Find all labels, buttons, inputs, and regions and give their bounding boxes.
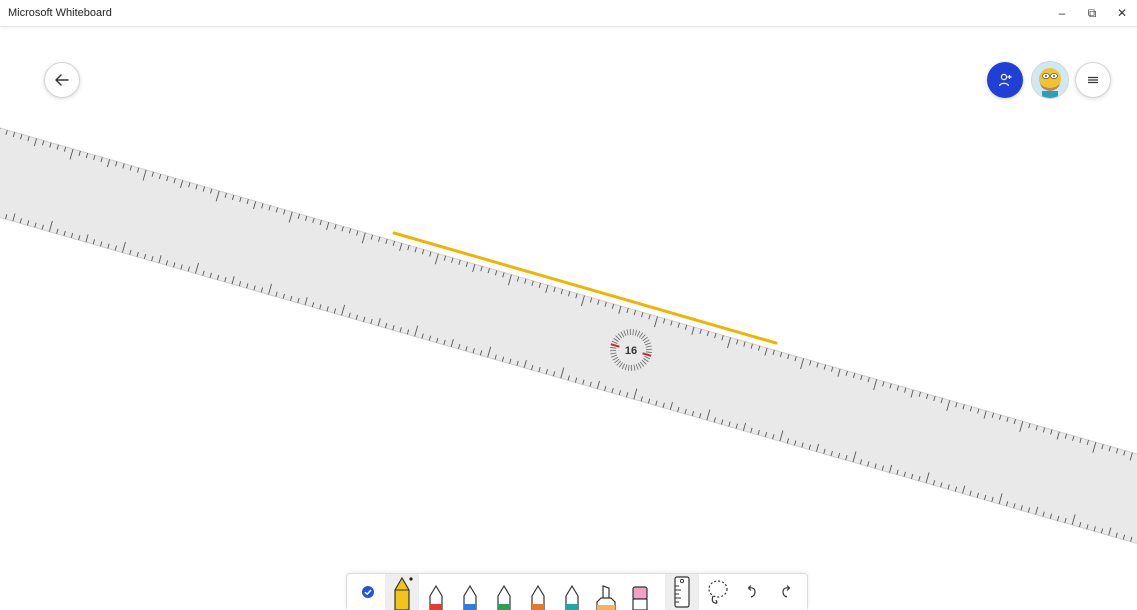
ruler-angle-label: 16 xyxy=(625,345,637,357)
title-bar: Microsoft Whiteboard – ⧉ ✕ xyxy=(0,0,1137,27)
pen-icon xyxy=(529,584,547,610)
ruler-tool[interactable] xyxy=(0,122,1137,555)
restore-button[interactable]: ⧉ xyxy=(1077,0,1107,26)
undo-button[interactable] xyxy=(735,574,769,610)
undo-icon xyxy=(744,584,760,600)
red-pen-button[interactable] xyxy=(419,574,453,610)
minimize-icon: – xyxy=(1059,6,1066,20)
hamburger-menu-icon xyxy=(1085,72,1101,88)
arrow-left-icon xyxy=(54,72,70,88)
ink-toolbar xyxy=(346,573,808,609)
close-icon: ✕ xyxy=(1117,6,1127,20)
pen-icon xyxy=(495,584,513,610)
restore-icon: ⧉ xyxy=(1088,6,1097,21)
redo-icon xyxy=(778,584,794,600)
back-button[interactable] xyxy=(44,62,80,98)
user-avatar-icon xyxy=(1032,62,1068,98)
eraser-button[interactable] xyxy=(623,574,657,610)
orange-pen-button[interactable] xyxy=(521,574,555,610)
pen-icon xyxy=(391,576,413,610)
menu-button[interactable] xyxy=(1075,62,1111,98)
ruler-body[interactable] xyxy=(0,122,1137,555)
redo-button[interactable] xyxy=(769,574,803,610)
blue-pen-button[interactable] xyxy=(453,574,487,610)
eraser-icon xyxy=(631,584,649,610)
close-button[interactable]: ✕ xyxy=(1107,0,1137,26)
highlighter-icon xyxy=(594,584,618,610)
pen-icon xyxy=(461,584,479,610)
app-title: Microsoft Whiteboard xyxy=(8,7,112,19)
lasso-button[interactable] xyxy=(701,574,735,610)
yellow-pen-button[interactable] xyxy=(385,574,419,610)
user-avatar[interactable] xyxy=(1031,61,1069,99)
ruler-button[interactable] xyxy=(665,574,699,610)
minimize-button[interactable]: – xyxy=(1047,0,1077,26)
green-pen-button[interactable] xyxy=(487,574,521,610)
invite-button[interactable] xyxy=(987,62,1023,98)
add-person-icon xyxy=(997,72,1013,88)
ruler-icon xyxy=(672,576,692,608)
pen-icon xyxy=(427,584,445,610)
teal-pen-button[interactable] xyxy=(555,574,589,610)
whiteboard-canvas[interactable]: 16 xyxy=(0,26,1137,573)
lasso-icon xyxy=(706,578,730,606)
checkmark-circle-icon xyxy=(361,585,375,599)
highlighter-button[interactable] xyxy=(589,574,623,610)
pen-icon xyxy=(563,584,581,610)
select-tool-button[interactable] xyxy=(351,574,385,610)
